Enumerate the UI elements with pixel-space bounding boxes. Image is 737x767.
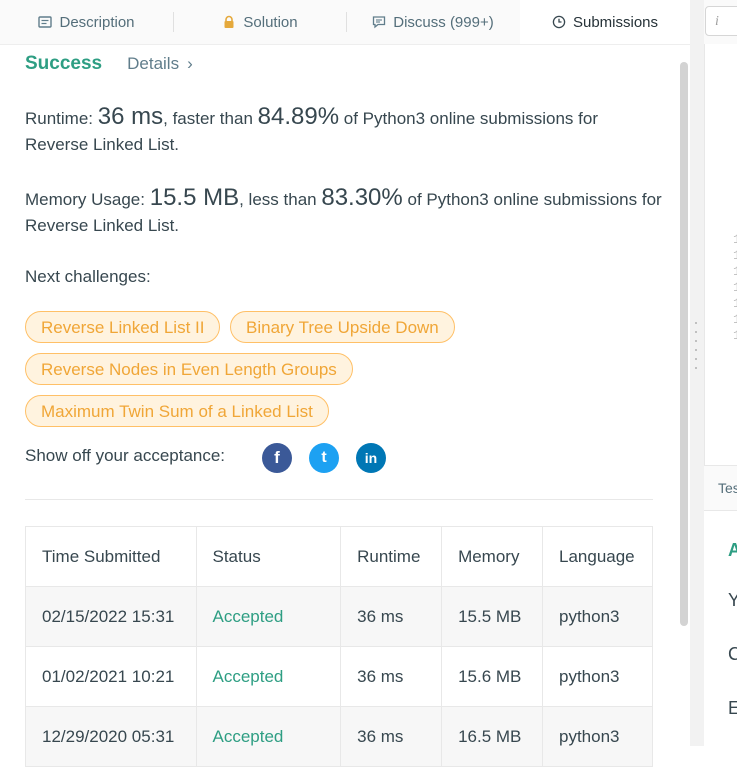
language-cell: python3 <box>542 706 653 767</box>
column-header[interactable]: Status <box>195 526 342 587</box>
line-number: 1 <box>733 264 737 279</box>
tab-bar: Description Solution Discuss (999+) Subm… <box>0 0 690 45</box>
memory-cell: 15.5 MB <box>441 586 543 647</box>
column-header[interactable]: Memory <box>441 526 543 587</box>
status-cell[interactable]: Accepted <box>195 586 342 647</box>
line-number: 1 <box>733 280 737 295</box>
discuss-icon <box>372 15 386 29</box>
memory-stat: Memory Usage: 15.5 MB, less than 83.30% … <box>25 185 665 239</box>
tab-label: Discuss (999+) <box>393 13 494 31</box>
status-cell[interactable]: Accepted <box>195 706 342 767</box>
table-row: 02/15/2022 15:31 Accepted 36 ms 15.5 MB … <box>25 586 653 647</box>
success-status: Success <box>25 53 103 74</box>
challenge-chip[interactable]: Maximum Twin Sum of a Linked List <box>25 395 329 427</box>
linkedin-icon[interactable]: in <box>356 443 386 473</box>
result-text: Y <box>728 590 737 610</box>
facebook-icon[interactable]: f <box>262 443 292 473</box>
challenge-chip[interactable]: Binary Tree Upside Down <box>230 311 455 343</box>
description-icon <box>38 15 53 29</box>
result-text: C <box>728 644 737 664</box>
result-heading: A <box>728 540 737 560</box>
twitter-icon[interactable]: t <box>309 443 339 473</box>
tab-label: Description <box>59 13 135 31</box>
tab-solution[interactable]: Solution <box>174 0 346 44</box>
column-header[interactable]: Runtime <box>340 526 443 587</box>
column-header[interactable]: Time Submitted <box>25 526 197 587</box>
line-number: 1 <box>733 232 737 247</box>
lock-icon <box>222 15 236 29</box>
line-number: 1 <box>733 328 737 343</box>
memory-cell: 15.6 MB <box>441 646 543 707</box>
result-text: E <box>728 698 737 718</box>
challenge-chip[interactable]: Reverse Nodes in Even Length Groups <box>25 353 353 385</box>
info-icon[interactable]: i <box>705 6 737 36</box>
memory-mid-text: , less than <box>239 190 317 209</box>
tab-submissions[interactable]: Submissions <box>520 0 690 44</box>
table-row: 12/29/2020 05:31 Accepted 36 ms 16.5 MB … <box>25 706 653 767</box>
testcase-tab[interactable]: Tes <box>718 480 737 496</box>
time-cell: 01/02/2021 10:21 <box>25 646 197 707</box>
share-label: Show off your acceptance: <box>25 446 226 465</box>
runtime-value: 36 ms <box>97 103 164 130</box>
language-cell: python3 <box>542 646 653 707</box>
runtime-cell: 36 ms <box>340 646 443 707</box>
memory-value: 15.5 MB <box>149 184 240 211</box>
submissions-table: Time Submitted Status Runtime Memory Lan… <box>25 526 653 767</box>
challenge-chip[interactable]: Reverse Linked List II <box>25 311 221 343</box>
memory-label: Memory Usage: <box>25 190 145 209</box>
table-row: 01/02/2021 10:21 Accepted 36 ms 15.6 MB … <box>25 646 653 707</box>
runtime-label: Runtime: <box>25 109 94 128</box>
submission-status-row: Success Details › <box>25 53 193 75</box>
left-panel-scrollbar[interactable] <box>680 62 688 626</box>
line-number: 1 <box>733 248 737 263</box>
tab-description[interactable]: Description <box>0 0 173 44</box>
status-cell[interactable]: Accepted <box>195 646 342 707</box>
chevron-right-icon[interactable]: › <box>187 54 193 74</box>
runtime-stat: Runtime: 36 ms, faster than 84.89% of Py… <box>25 104 665 158</box>
time-cell: 02/15/2022 15:31 <box>25 586 197 647</box>
runtime-cell: 36 ms <box>340 706 443 767</box>
tab-label: Solution <box>243 13 298 31</box>
line-number: 1 <box>733 296 737 311</box>
clock-icon <box>552 15 566 29</box>
line-number: 1 <box>733 312 737 327</box>
runtime-cell: 36 ms <box>340 586 443 647</box>
next-challenges-label: Next challenges: <box>25 267 151 286</box>
section-divider <box>25 499 653 500</box>
tab-label: Submissions <box>572 13 659 31</box>
tab-discuss[interactable]: Discuss (999+) <box>347 0 519 44</box>
details-link[interactable]: Details <box>127 54 179 74</box>
memory-percent: 83.30% <box>321 184 403 211</box>
runtime-mid-text: , faster than <box>163 109 253 128</box>
column-header[interactable]: Language <box>542 526 653 587</box>
table-header-row: Time Submitted Status Runtime Memory Lan… <box>25 526 653 587</box>
time-cell: 12/29/2020 05:31 <box>25 706 197 767</box>
memory-cell: 16.5 MB <box>441 706 543 767</box>
language-cell: python3 <box>542 586 653 647</box>
drag-handle-icon[interactable] <box>695 322 698 376</box>
runtime-percent: 84.89% <box>257 103 340 130</box>
